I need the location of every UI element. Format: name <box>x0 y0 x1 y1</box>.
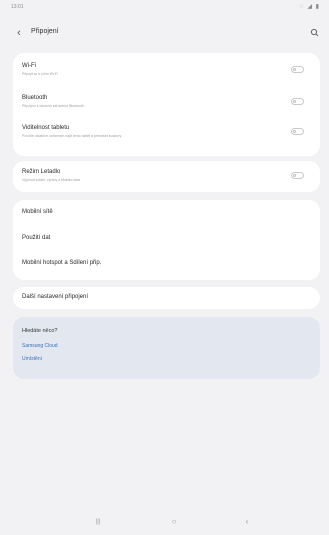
visibility-row[interactable]: Viditelnost tabletu Povolte ostatním zař… <box>13 117 320 153</box>
visibility-toggle[interactable] <box>291 128 304 135</box>
more-settings-card: Další nastavení připojení <box>13 287 320 309</box>
bluetooth-subtitle: Připojení k okolním zařízením Bluetooth <box>22 104 84 108</box>
samsung-cloud-link[interactable]: Samsung Cloud <box>22 343 58 349</box>
mobile-networks-item[interactable]: Mobilní sítě <box>22 209 53 215</box>
wifi-title: Wi-Fi <box>22 63 36 69</box>
airplane-title: Režim Letadlo <box>22 169 61 175</box>
header: ‹ Připojení <box>0 22 329 46</box>
bluetooth-toggle[interactable] <box>291 98 304 105</box>
help-title: Hledáte něco? <box>22 328 58 334</box>
status-icons: ◌ ◢ ▮ <box>300 4 320 10</box>
data-usage-item[interactable]: Použití dat <box>22 235 50 241</box>
airplane-toggle[interactable] <box>291 172 304 179</box>
back-button[interactable]: ‹ <box>12 25 26 41</box>
navigation-bar: ||| ○ ‹ <box>0 508 329 535</box>
hotspot-item[interactable]: Mobilní hotspot a Sdílení přip. <box>22 260 101 266</box>
search-button[interactable] <box>307 25 323 41</box>
location-link[interactable]: Umístění <box>22 356 42 362</box>
status-time: 13:01 <box>11 4 24 10</box>
back-nav-button[interactable]: ‹ <box>240 517 254 527</box>
visibility-title: Viditelnost tabletu <box>22 125 70 131</box>
bluetooth-title: Bluetooth <box>22 95 48 101</box>
mobile-card: Mobilní sítě Použití dat Mobilní hotspot… <box>13 200 320 280</box>
recent-apps-button[interactable]: ||| <box>91 517 105 527</box>
wifi-subtitle: Připojit se k sítím Wi-Fi <box>22 72 58 76</box>
wifi-toggle[interactable] <box>291 66 304 73</box>
status-bar: 13:01 ◌ ◢ ▮ <box>0 0 329 14</box>
more-connection-settings-item[interactable]: Další nastavení připojení <box>22 294 88 300</box>
wifi-row[interactable]: Wi-Fi Připojit se k sítím Wi-Fi <box>13 53 320 85</box>
bluetooth-row[interactable]: Bluetooth Připojení k okolním zařízením … <box>13 85 320 117</box>
home-button[interactable]: ○ <box>167 517 181 527</box>
connections-card: Wi-Fi Připojit se k sítím Wi-Fi Bluetoot… <box>13 53 320 156</box>
airplane-row[interactable]: Režim Letadlo Vypnout volání, zprávy a M… <box>13 161 320 192</box>
airplane-card: Režim Letadlo Vypnout volání, zprávy a M… <box>13 161 320 192</box>
help-card: Hledáte něco? Samsung Cloud Umístění <box>13 317 320 379</box>
search-icon <box>310 28 319 37</box>
airplane-subtitle: Vypnout volání, zprávy a Mobilní data <box>22 178 81 182</box>
visibility-subtitle: Povolte ostatním zařízením najít tento t… <box>22 134 122 138</box>
page-title: Připojení <box>31 28 59 35</box>
